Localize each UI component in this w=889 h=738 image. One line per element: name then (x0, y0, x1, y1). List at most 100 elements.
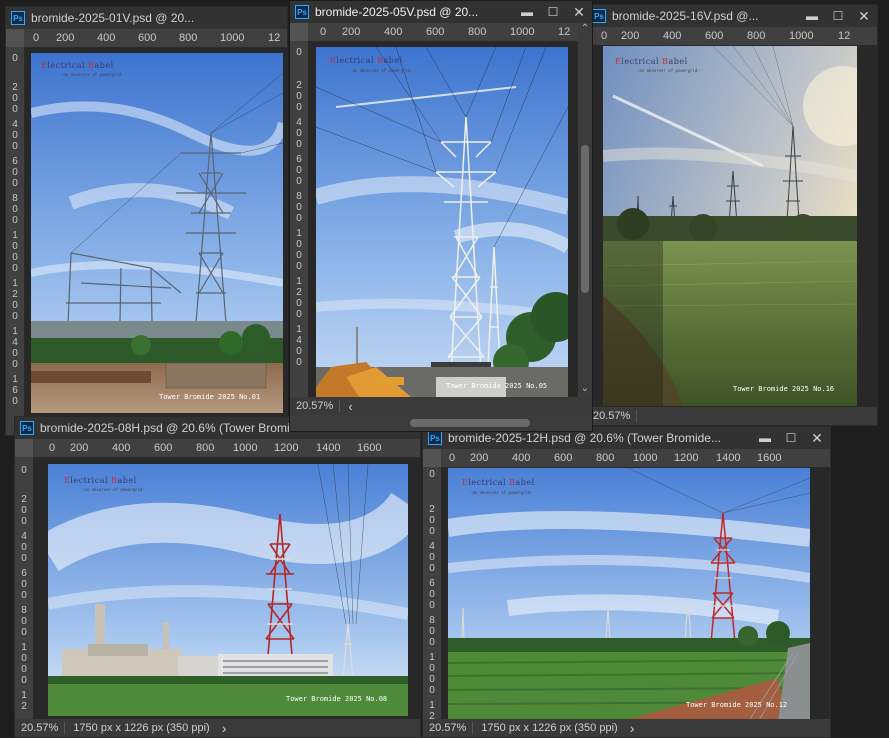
ruler-tick: 0 (21, 579, 27, 590)
ruler-tick: 600 (138, 32, 157, 44)
maximize-button[interactable]: ☐ (825, 5, 851, 27)
photoshop-icon: Ps (11, 11, 25, 25)
minimize-button[interactable]: ▬ (799, 5, 825, 27)
zoom-level[interactable]: 20.57% (290, 400, 341, 412)
horizontal-scroll-thumb[interactable] (410, 419, 530, 427)
ruler-tick: 8 (21, 605, 27, 616)
ruler-tick: 200 (470, 452, 489, 464)
ruler-tick: 6 (12, 156, 18, 167)
close-button[interactable]: ✕ (566, 1, 592, 23)
ruler-tick: 1000 (510, 26, 535, 38)
horizontal-scrollbar[interactable] (290, 415, 592, 431)
horizontal-ruler[interactable]: 0 200 400 600 800 1000 12 (587, 27, 877, 46)
ruler-tick: 200 (342, 26, 361, 38)
window-titlebar[interactable]: Ps bromide-2025-16V.psd @... ▬ ☐ ✕ (587, 5, 877, 27)
watermark-brand: Electrical Babel (615, 57, 688, 66)
document-canvas[interactable]: Electrical Babel -an observer of powergr… (587, 46, 877, 407)
photo-image (603, 46, 857, 406)
zoom-level[interactable]: 20.57% (15, 722, 66, 734)
vertical-ruler[interactable]: 0 2 0 0 4 0 0 6 0 0 8 0 0 1 0 0 0 1 2 (15, 457, 34, 719)
ruler-tick: 0 (296, 309, 302, 320)
ruler-tick: 12 (838, 30, 851, 42)
ruler-tick: 2 (21, 494, 27, 505)
document-window-16v[interactable]: Ps bromide-2025-16V.psd @... ▬ ☐ ✕ 0 200… (586, 4, 878, 426)
ruler-tick: 2 (296, 80, 302, 91)
zoom-level[interactable]: 20.57% (423, 722, 474, 734)
scroll-up-icon[interactable]: ⌃ (578, 23, 592, 37)
minimize-button[interactable]: ▬ (752, 427, 778, 449)
document-canvas[interactable]: Electrical Babel -an observer of powergr… (309, 42, 578, 397)
ruler-tick: 0 (296, 213, 302, 224)
zoom-level[interactable]: 20.57% (587, 410, 638, 422)
horizontal-ruler[interactable]: 0 200 400 600 800 1000 12 (308, 23, 578, 42)
vertical-ruler[interactable]: 0 2 0 0 4 0 0 6 0 0 8 0 0 1 0 0 0 1 2 (423, 467, 442, 719)
status-menu-arrow-icon[interactable]: › (626, 720, 639, 736)
ruler-tick: 2 (429, 504, 435, 515)
photoshop-icon: Ps (20, 421, 34, 435)
ruler-tick: 0 (296, 128, 302, 139)
ruler-tick: 1000 (789, 30, 814, 42)
scroll-down-icon[interactable]: ⌄ (578, 383, 592, 397)
vertical-ruler[interactable]: 0 2 0 0 4 0 0 6 0 0 8 0 0 1 0 0 0 1 2 0 … (6, 47, 25, 435)
ruler-tick: 0 (12, 130, 18, 141)
document-canvas[interactable]: Electrical Babel -an observer of powergr… (34, 458, 420, 719)
ruler-tick: 0 (429, 626, 435, 637)
photoshop-icon: Ps (295, 5, 309, 19)
window-titlebar[interactable]: Ps bromide-2025-05V.psd @ 20... ▬ ☐ ✕ (290, 1, 592, 23)
document-dimensions: 1750 px x 1226 px (350 ppi) (73, 722, 210, 734)
document-window-05v[interactable]: Ps bromide-2025-05V.psd @ 20... ▬ ☐ ✕ 0 … (289, 0, 593, 432)
ruler-tick: 0 (429, 600, 435, 611)
ruler-tick: 2 (429, 711, 435, 719)
document-canvas[interactable]: Electrical Babel -an observer of powergr… (442, 468, 830, 719)
ruler-tick: 2 (12, 289, 18, 300)
ruler-tick: 0 (12, 311, 18, 322)
horizontal-ruler[interactable]: 0 200 400 600 800 1000 12 (24, 29, 287, 48)
window-titlebar[interactable]: Ps bromide-2025-01V.psd @ 20... (6, 7, 287, 29)
ruler-tick: 800 (596, 452, 615, 464)
ruler-tick: 1 (21, 690, 27, 701)
ruler-tick: 0 (449, 452, 456, 464)
ruler-tick: 1000 (633, 452, 658, 464)
close-button[interactable]: ✕ (851, 5, 877, 27)
horizontal-ruler[interactable]: 0 200 400 600 800 1000 1200 1400 1600 (33, 439, 420, 458)
ruler-tick: 0 (296, 357, 302, 368)
minimize-button[interactable]: ▬ (514, 1, 540, 23)
close-button[interactable]: ✕ (804, 427, 830, 449)
ruler-tick: 0 (21, 627, 27, 638)
watermark-subtitle: -an observer of powergrid- (82, 487, 145, 492)
status-menu-arrow-icon[interactable]: › (218, 720, 231, 736)
status-bar: 20.57% 1750 px x 1226 px (350 ppi) › (423, 719, 830, 737)
photo-image (48, 464, 408, 716)
ruler-tick: 0 (296, 165, 302, 176)
ruler-tick: 0 (49, 442, 56, 454)
ruler-tick: 8 (296, 191, 302, 202)
ruler-tick: 600 (554, 452, 573, 464)
document-window-01v[interactable]: Ps bromide-2025-01V.psd @ 20... 0 200 40… (5, 6, 288, 436)
document-window-08h[interactable]: Ps bromide-2025-08H.psd @ 20.6% (Tower B… (14, 416, 421, 738)
maximize-button[interactable]: ☐ (540, 1, 566, 23)
vertical-scroll-thumb[interactable] (581, 145, 589, 293)
maximize-button[interactable]: ☐ (778, 427, 804, 449)
photo-tower-bromide-16: Electrical Babel -an observer of powergr… (603, 46, 857, 406)
photo-caption: Tower Bromide 2025 No.12 (686, 701, 788, 709)
document-window-12h[interactable]: Ps bromide-2025-12H.psd @ 20.6% (Tower B… (422, 426, 831, 738)
ruler-tick: 0 (12, 396, 18, 407)
status-bar: 20.57% (587, 407, 877, 425)
ruler-tick: 1 (296, 276, 302, 287)
scroll-left-icon[interactable]: ‹ (340, 399, 360, 414)
ruler-tick: 4 (12, 337, 18, 348)
ruler-tick: 1000 (220, 32, 245, 44)
document-canvas[interactable]: Electrical Babel -an observer of powergr… (25, 48, 287, 435)
horizontal-ruler[interactable]: 0 200 400 600 800 1000 1200 1400 1600 (441, 449, 830, 468)
ruler-tick: 0 (12, 241, 18, 252)
window-title: bromide-2025-01V.psd @ 20... (31, 11, 195, 25)
photo-caption: Tower Bromide 2025 No.08 (286, 695, 388, 703)
ruler-tick: 0 (12, 263, 18, 274)
vertical-scrollbar[interactable]: ⌃ ⌄ (578, 23, 592, 397)
ruler-tick: 2 (12, 82, 18, 93)
window-title: bromide-2025-05V.psd @ 20... (315, 5, 479, 19)
vertical-ruler[interactable]: 0 2 0 0 4 0 0 6 0 0 8 0 0 1 0 0 0 1 2 0 … (290, 41, 309, 397)
ruler-tick: 12 (558, 26, 571, 38)
watermark-brand: Electrical Babel (41, 61, 114, 70)
ruler-tick: 4 (21, 531, 27, 542)
